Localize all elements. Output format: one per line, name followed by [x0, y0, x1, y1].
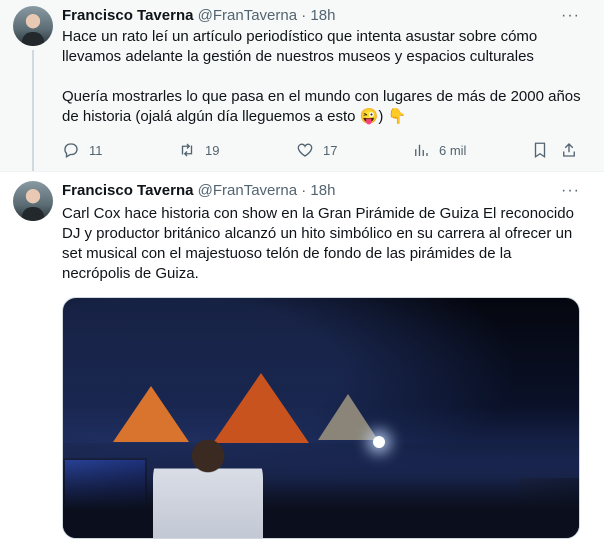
tweet-media-image[interactable] — [62, 297, 580, 539]
tweet-1[interactable]: Francisco Taverna @FranTaverna · 18h ···… — [0, 0, 604, 172]
more-options-button[interactable]: ··· — [561, 6, 580, 26]
retweet-count: 19 — [205, 142, 220, 158]
share-icon — [563, 143, 575, 157]
dj-figure — [153, 438, 263, 538]
crowd — [63, 443, 579, 538]
pyramid-shape — [213, 373, 309, 443]
tweet-text: Carl Cox hace historia con show en la Gr… — [62, 205, 574, 282]
views-count: 6 mil — [439, 142, 467, 158]
stage-light — [373, 436, 385, 448]
bookmark-icon — [534, 142, 546, 159]
author-handle[interactable]: @FranTaverna — [198, 182, 297, 199]
retweet-icon — [181, 143, 193, 157]
like-button[interactable]: 17 — [296, 139, 337, 161]
thread-connector — [32, 50, 34, 171]
pyramid-shape — [113, 386, 189, 442]
timestamp[interactable]: 18h — [310, 7, 335, 24]
separator-dot: · — [301, 182, 307, 199]
tweet-text: Hace un rato leí un artículo periodístic… — [62, 27, 582, 127]
reply-count: 11 — [89, 142, 103, 158]
author-name[interactable]: Francisco Taverna — [62, 7, 193, 24]
views-button[interactable]: 6 mil — [412, 139, 466, 161]
tweet-paragraph: Quería mostrarles lo que pasa en el mund… — [62, 88, 581, 125]
reply-button[interactable]: 11 — [62, 139, 103, 161]
bookmark-button[interactable] — [531, 139, 558, 161]
like-count: 17 — [323, 142, 338, 158]
views-icon — [415, 144, 428, 156]
separator-dot: · — [301, 7, 307, 24]
author-name[interactable]: Francisco Taverna — [62, 182, 193, 199]
tweet-header: Francisco Taverna @FranTaverna · 18h — [62, 6, 335, 26]
tweet-paragraph: Hace un rato leí un artículo periodístic… — [62, 28, 538, 65]
heart-icon — [297, 143, 313, 157]
timestamp[interactable]: 18h — [310, 182, 335, 199]
reply-icon — [64, 143, 78, 158]
avatar[interactable] — [13, 6, 53, 46]
tweet-header: Francisco Taverna @FranTaverna · 18h — [62, 181, 335, 201]
avatar[interactable] — [13, 181, 53, 221]
tweet-2[interactable]: Francisco Taverna @FranTaverna · 18h ···… — [0, 172, 604, 539]
pyramid-shape — [318, 394, 378, 440]
share-button[interactable] — [560, 139, 587, 161]
tweet-actions: 11 19 17 6 mil — [62, 139, 582, 161]
more-options-button[interactable]: ··· — [561, 181, 580, 201]
retweet-button[interactable]: 19 — [178, 139, 219, 161]
author-handle[interactable]: @FranTaverna — [198, 7, 297, 24]
